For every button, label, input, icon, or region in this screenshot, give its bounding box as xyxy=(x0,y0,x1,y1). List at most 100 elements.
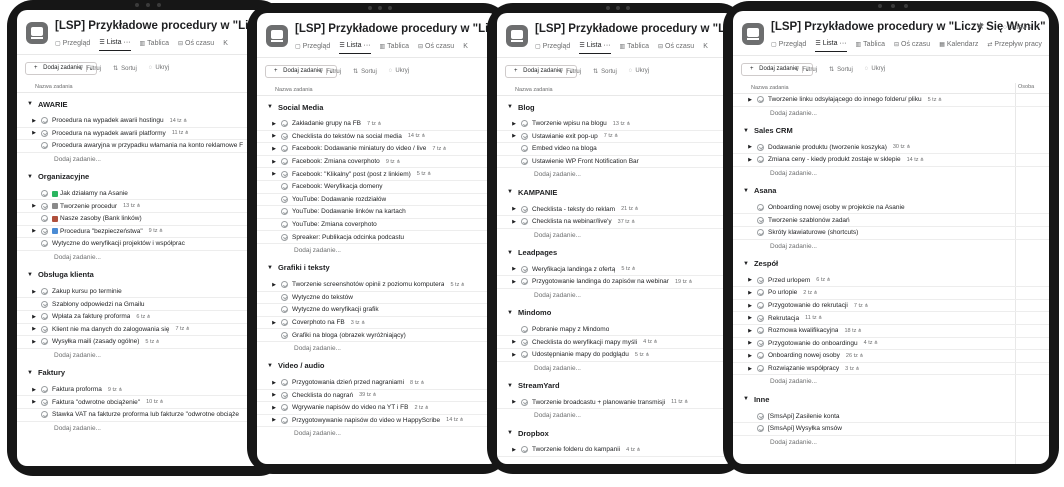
complete-checkbox[interactable] xyxy=(41,215,48,223)
task-row[interactable]: ▶ Dodawanie produktu (tworzenie koszyka) 3… xyxy=(733,142,1049,155)
tab-3[interactable]: ⊟ Oś czasu xyxy=(418,42,454,54)
tab-1[interactable]: ☰ Lista ··· xyxy=(815,40,847,52)
expand-icon[interactable]: ▶ xyxy=(746,328,754,334)
tool-1[interactable]: ⇅ Sortuj xyxy=(113,65,137,72)
subtask-count[interactable]: 39 tz xyxy=(359,392,377,398)
tab-2[interactable]: ▥ Tablica xyxy=(380,42,409,54)
add-task-link[interactable]: Dodaj zadanie... xyxy=(17,153,275,166)
chevron-down-icon[interactable]: ▼ xyxy=(27,370,33,376)
chevron-down-icon[interactable]: ▼ xyxy=(743,128,749,134)
expand-icon[interactable]: ▶ xyxy=(510,279,518,285)
complete-checkbox[interactable] xyxy=(41,117,48,125)
complete-checkbox[interactable] xyxy=(281,183,288,191)
section-header[interactable]: ▼ Inne xyxy=(733,388,1049,410)
expand-icon[interactable]: ▶ xyxy=(746,144,754,150)
complete-checkbox[interactable] xyxy=(41,313,48,321)
chevron-down-icon[interactable]: ▼ xyxy=(507,250,513,256)
complete-checkbox[interactable] xyxy=(521,338,528,346)
tab-0[interactable]: ▢ Przegląd xyxy=(535,42,570,54)
task-row[interactable]: ▶ Tworzenie wpisu na blogu 13 tz xyxy=(497,118,735,131)
task-row[interactable]: ▶ Przygotowania dzień przed nagraniami 8 t… xyxy=(257,377,499,390)
task-row[interactable]: Tworzenie szablonów zadań xyxy=(733,214,1049,227)
complete-checkbox[interactable] xyxy=(281,331,288,339)
add-task-link[interactable]: Dodaj zadanie... xyxy=(257,244,499,257)
tab-5[interactable]: ⇄ Przepływ pracy xyxy=(987,40,1042,52)
project-icon[interactable] xyxy=(26,22,48,44)
task-row[interactable]: Ustawienie WP Front Notification Bar xyxy=(497,156,735,169)
task-row[interactable]: ▶ Weryfikacja landinga z ofertą 5 tz xyxy=(497,264,735,277)
complete-checkbox[interactable] xyxy=(41,240,48,248)
section-header[interactable]: ▼ Faktury xyxy=(17,362,275,384)
task-row[interactable]: Skróty klawiaturowe (shortcuts) xyxy=(733,227,1049,240)
expand-icon[interactable]: ▶ xyxy=(746,315,754,321)
task-row[interactable]: ▶ Onboarding nowej osoby 26 tz xyxy=(733,350,1049,363)
section-header[interactable]: ▼ StreamYard xyxy=(497,375,735,397)
add-task-link[interactable]: Dodaj zadanie... xyxy=(257,342,499,355)
expand-icon[interactable]: ▶ xyxy=(510,133,518,139)
subtask-count[interactable]: 5 tz xyxy=(417,171,431,177)
task-row[interactable]: Pobranie mapy z Mindomo xyxy=(497,324,735,337)
expand-icon[interactable]: ▶ xyxy=(30,203,38,209)
expand-icon[interactable]: ▶ xyxy=(510,206,518,212)
task-row[interactable]: ▶ Checklista na webinar/live'y 37 tz xyxy=(497,216,735,229)
complete-checkbox[interactable] xyxy=(757,339,764,347)
expand-icon[interactable]: ▶ xyxy=(270,171,278,177)
complete-checkbox[interactable] xyxy=(757,156,764,164)
tool-0[interactable]: ⊽ Filtruj xyxy=(319,68,341,75)
complete-checkbox[interactable] xyxy=(281,221,288,229)
tab-1[interactable]: ☰ Lista ··· xyxy=(339,42,371,54)
complete-checkbox[interactable] xyxy=(41,325,48,333)
section-header[interactable]: ▼ Social Media xyxy=(257,96,499,118)
complete-checkbox[interactable] xyxy=(521,446,528,454)
subtask-count[interactable]: 5 tz xyxy=(145,339,159,345)
task-row[interactable]: ▶ Udostępnianie mapy do podglądu 5 tz xyxy=(497,349,735,362)
complete-checkbox[interactable] xyxy=(281,379,288,387)
expand-icon[interactable]: ▶ xyxy=(30,399,38,405)
complete-checkbox[interactable] xyxy=(41,190,48,198)
task-row[interactable]: ▶ Klient nie ma danych do zalogowania się… xyxy=(17,324,275,337)
complete-checkbox[interactable] xyxy=(281,319,288,327)
section-header[interactable]: ▼ Obsługa klienta xyxy=(17,264,275,286)
task-row[interactable]: ▶ Tworzenie procedur 13 tz xyxy=(17,200,275,213)
expand-icon[interactable]: ▶ xyxy=(510,121,518,127)
expand-icon[interactable]: ▶ xyxy=(510,339,518,345)
complete-checkbox[interactable] xyxy=(41,300,48,308)
complete-checkbox[interactable] xyxy=(281,132,288,140)
complete-checkbox[interactable] xyxy=(521,265,528,273)
complete-checkbox[interactable] xyxy=(41,386,48,394)
tab-3[interactable]: ⊟ Oś czasu xyxy=(658,42,694,54)
expand-icon[interactable]: ▶ xyxy=(746,353,754,359)
add-task-link[interactable]: Dodaj zadanie... xyxy=(733,107,1049,120)
subtask-count[interactable]: 14 tz xyxy=(408,133,426,139)
add-task-link[interactable]: Dodaj zadanie... xyxy=(17,349,275,362)
chevron-down-icon[interactable]: ▼ xyxy=(507,104,513,110)
chevron-down-icon[interactable]: ▼ xyxy=(743,396,749,402)
more-icon[interactable]: ··· xyxy=(124,39,131,46)
project-icon[interactable] xyxy=(742,23,764,45)
subtask-count[interactable]: 6 tz xyxy=(136,314,150,320)
chevron-down-icon[interactable]: ▼ xyxy=(507,310,513,316)
task-row[interactable]: Wytyczne do weryfikacji grafik xyxy=(257,304,499,317)
expand-icon[interactable]: ▶ xyxy=(270,380,278,386)
task-row[interactable]: ▶ Facebook: Zmiana coverphoto 9 tz xyxy=(257,156,499,169)
more-icon[interactable]: ··· xyxy=(364,42,371,49)
add-task-link[interactable]: Dodaj zadanie... xyxy=(257,427,499,440)
subtask-count[interactable]: 9 tz xyxy=(149,228,163,234)
complete-checkbox[interactable] xyxy=(41,338,48,346)
complete-checkbox[interactable] xyxy=(281,195,288,203)
section-header[interactable]: ▼ KAMPANIE xyxy=(497,181,735,203)
complete-checkbox[interactable] xyxy=(757,96,764,104)
expand-icon[interactable]: ▶ xyxy=(270,392,278,398)
complete-checkbox[interactable] xyxy=(41,288,48,296)
complete-checkbox[interactable] xyxy=(41,411,48,419)
complete-checkbox[interactable] xyxy=(281,404,288,412)
expand-icon[interactable]: ▶ xyxy=(270,417,278,423)
expand-icon[interactable]: ▶ xyxy=(30,314,38,320)
complete-checkbox[interactable] xyxy=(521,218,528,226)
complete-checkbox[interactable] xyxy=(281,145,288,153)
section-header[interactable]: ▼ Mindomo xyxy=(497,302,735,324)
subtask-count[interactable]: 3 tz xyxy=(351,320,365,326)
complete-checkbox[interactable] xyxy=(281,391,288,399)
subtask-count[interactable]: 2 tz xyxy=(414,405,428,411)
complete-checkbox[interactable] xyxy=(281,306,288,314)
